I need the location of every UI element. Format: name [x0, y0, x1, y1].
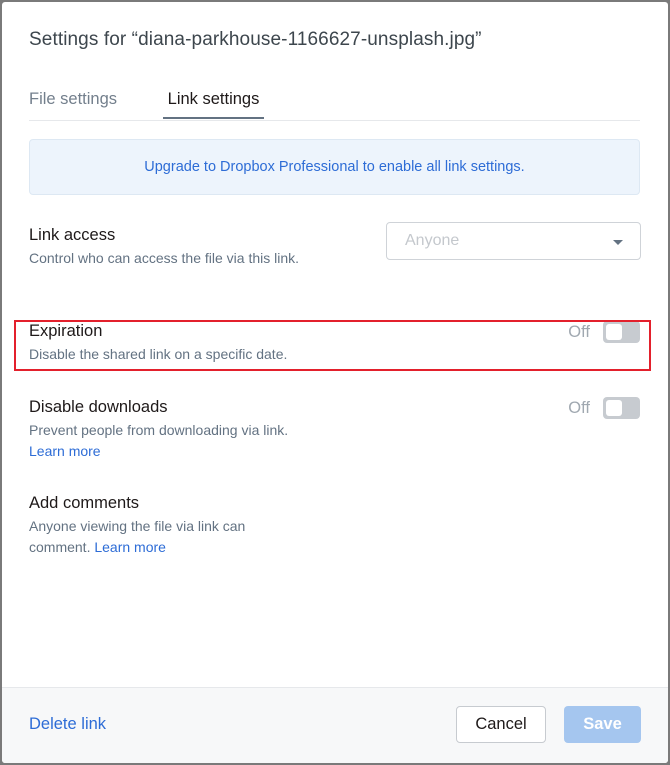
expiration-title: Expiration [29, 322, 103, 340]
cancel-button[interactable]: Cancel [456, 706, 546, 743]
tab-link-settings[interactable]: Link settings [163, 90, 264, 119]
link-access-description: Control who can access the file via this… [29, 250, 300, 266]
setting-disable-downloads: Disable downloads Prevent people from do… [29, 398, 349, 462]
disable-downloads-description-text: Prevent people from downloading via link… [29, 422, 289, 438]
setting-add-comments: Add comments Anyone viewing the file via… [29, 494, 269, 558]
disable-downloads-learn-more-link[interactable]: Learn more [29, 443, 101, 459]
disable-downloads-toggle[interactable] [603, 397, 640, 419]
disable-downloads-description: Prevent people from downloading via link… [29, 420, 349, 462]
expiration-description: Disable the shared link on a specific da… [29, 346, 288, 362]
tab-bar: File settings Link settings [29, 88, 640, 121]
link-access-title: Link access [29, 226, 116, 244]
dialog-title: Settings for “diana-parkhouse-1166627-un… [29, 29, 482, 50]
link-access-select[interactable]: Anyone [386, 222, 641, 260]
delete-link-button[interactable]: Delete link [29, 715, 106, 734]
toggle-knob [606, 324, 622, 340]
toggle-knob [606, 400, 622, 416]
dialog-footer: Delete link Cancel Save [2, 687, 668, 763]
add-comments-description: Anyone viewing the file via link can com… [29, 516, 269, 558]
disable-downloads-title: Disable downloads [29, 398, 168, 416]
tab-file-settings[interactable]: File settings [29, 90, 117, 117]
setting-expiration: Expiration Disable the shared link on a … [29, 322, 349, 365]
expiration-toggle[interactable] [603, 321, 640, 343]
link-settings-dialog: Settings for “diana-parkhouse-1166627-un… [2, 2, 668, 763]
add-comments-learn-more-link[interactable]: Learn more [94, 539, 166, 555]
disable-downloads-toggle-group: Off [568, 397, 640, 419]
disable-downloads-toggle-label: Off [568, 398, 590, 417]
add-comments-title: Add comments [29, 494, 140, 512]
link-access-select-value: Anyone [405, 232, 460, 249]
expiration-toggle-label: Off [568, 322, 590, 341]
upgrade-banner[interactable]: Upgrade to Dropbox Professional to enabl… [29, 139, 640, 195]
upgrade-banner-text[interactable]: Upgrade to Dropbox Professional to enabl… [144, 159, 524, 175]
chevron-down-icon [613, 240, 623, 245]
expiration-toggle-group: Off [568, 321, 640, 343]
setting-link-access: Link access Control who can access the f… [29, 226, 299, 269]
save-button[interactable]: Save [564, 706, 641, 743]
